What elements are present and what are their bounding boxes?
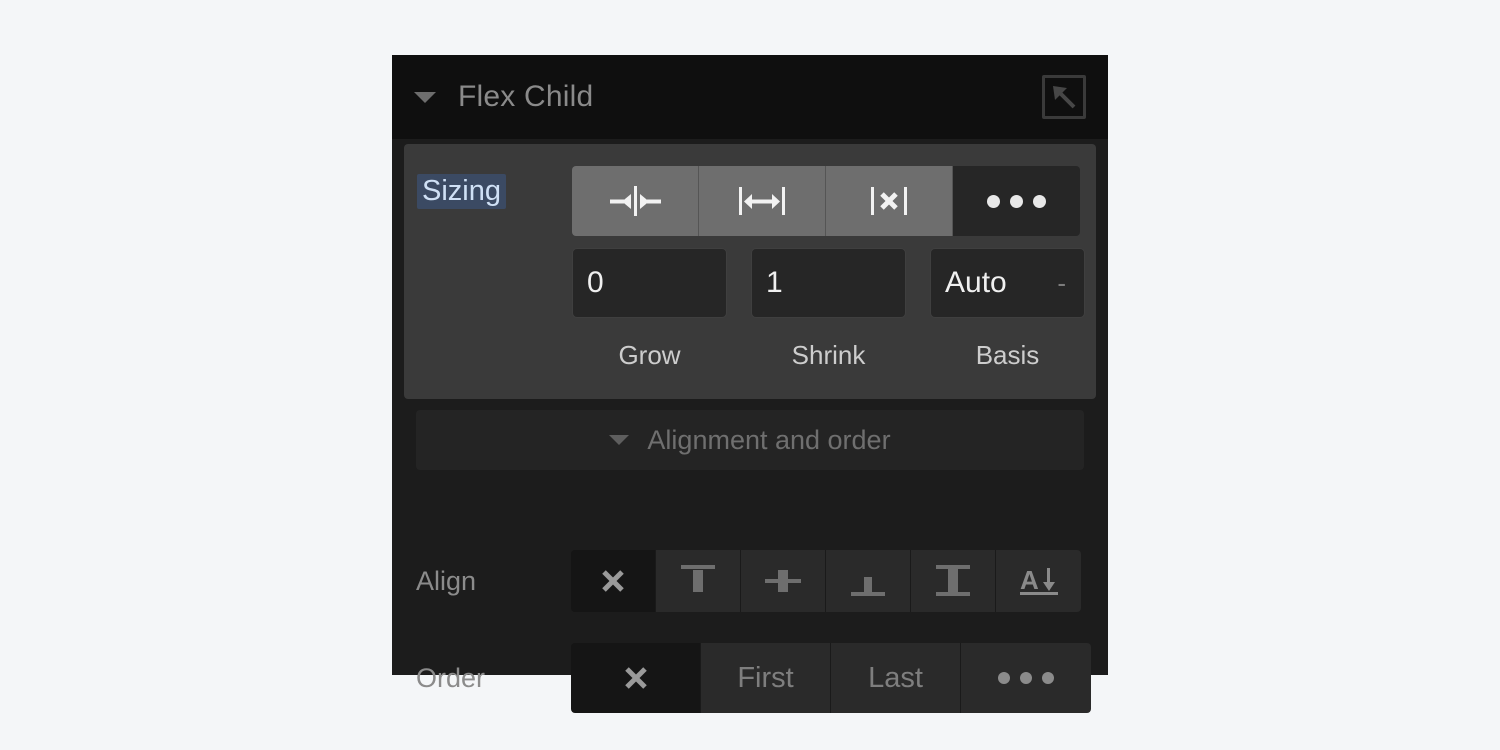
page-title: Flex Child [458,80,594,113]
align-center-button[interactable] [741,550,826,612]
sizing-more-options-button[interactable] [953,166,1080,236]
arrows-outward-icon [739,187,785,215]
sizing-label: Sizing [417,174,506,209]
grow-caption: Grow [618,340,681,370]
sizing-section: Sizing 0 1 Auto - Grow Shrink Basis [404,144,1096,399]
basis-unit: - [1057,267,1066,298]
flex-child-panel: Flex Child Sizing 0 1 Auto - Grow Shrink… [392,55,1108,713]
align-end-icon [851,577,885,596]
shrink-value: 1 [766,266,783,299]
alignment-and-order-section-header[interactable]: Alignment and order [416,410,1084,470]
order-button-group: First Last [571,643,1091,713]
align-end-button[interactable] [826,550,911,612]
align-button-group: A [571,550,1081,612]
basis-value: Auto [945,266,1007,299]
svg-text:A: A [1020,565,1039,595]
grow-value: 0 [587,266,604,299]
x-between-bars-icon [871,187,907,215]
align-auto-button[interactable] [571,550,656,612]
shrink-if-needed-button[interactable] [572,166,699,236]
flex-value-fields: 0 1 Auto - [572,248,1085,318]
caret-down-icon [609,435,630,445]
align-stretch-button[interactable] [911,550,996,612]
baseline-a-arrow-icon: A [1019,565,1058,595]
align-label: Align [416,565,477,596]
caret-down-icon[interactable] [414,91,436,103]
align-row: Align A [416,550,1084,612]
sizing-mode-button-group [572,166,1080,236]
align-center-icon [765,570,801,592]
align-stretch-icon [936,565,970,596]
grow-input[interactable]: 0 [572,248,727,318]
ellipsis-icon [998,672,1054,684]
align-start-button[interactable] [656,550,741,612]
order-label: Order [416,662,486,693]
x-icon [624,667,647,689]
arrows-inward-icon [610,186,661,216]
basis-caption: Basis [975,340,1040,370]
alignment-section-title: Alignment and order [647,424,891,455]
flex-field-captions: Grow Shrink Basis [572,340,1085,371]
arrow-up-left-in-square-icon[interactable] [1042,75,1086,119]
x-icon [602,570,624,592]
shrink-caption: Shrink [791,340,866,370]
screen: Flex Child Sizing 0 1 Auto - Grow Shrink… [0,0,1500,750]
basis-input[interactable]: Auto - [930,248,1085,318]
order-first-button[interactable]: First [701,643,831,713]
order-none-button[interactable] [571,643,701,713]
no-sizing-button[interactable] [826,166,953,236]
shrink-input[interactable]: 1 [751,248,906,318]
order-more-options-button[interactable] [961,643,1091,713]
ellipsis-icon [987,194,1046,208]
align-start-icon [681,565,715,592]
panel-header: Flex Child [392,55,1108,139]
align-baseline-button[interactable]: A [996,550,1081,612]
grow-if-possible-button[interactable] [699,166,826,236]
order-last-button[interactable]: Last [831,643,961,713]
order-row: Order First Last [416,643,1091,713]
icon-arrow-glyph [1053,86,1076,109]
